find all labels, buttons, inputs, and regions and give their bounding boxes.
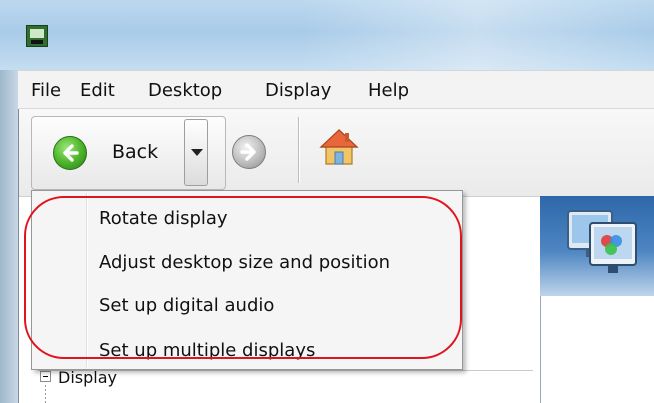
tree-item-display[interactable]: Display xyxy=(58,368,117,387)
window-title-bar xyxy=(0,0,654,70)
display-control-app-icon[interactable] xyxy=(26,25,48,47)
back-button-group: Back xyxy=(31,116,226,190)
menu-help[interactable]: Help xyxy=(368,80,409,101)
annotation-highlight-outline xyxy=(24,196,462,359)
app-icon-base xyxy=(31,40,43,44)
title-bar-glass xyxy=(300,0,654,70)
chevron-down-icon xyxy=(191,149,203,156)
tree-connector-line xyxy=(45,385,46,403)
home-button[interactable] xyxy=(318,127,360,167)
home-icon xyxy=(319,129,359,165)
toolbar: Back xyxy=(19,108,654,197)
menu-file[interactable]: File xyxy=(31,80,61,101)
green-back-arrow-icon xyxy=(53,136,87,170)
forward-button[interactable] xyxy=(232,135,266,169)
menu-display[interactable]: Display xyxy=(265,80,331,101)
menu-bar: File Edit Desktop Display Help xyxy=(18,70,654,109)
toolbar-separator xyxy=(298,117,299,183)
back-history-dropdown-button[interactable] xyxy=(184,119,208,186)
window-left-edge xyxy=(0,70,19,403)
app-icon-screen xyxy=(30,29,44,38)
multiple-monitors-icon[interactable] xyxy=(562,205,642,283)
gray-forward-arrow-icon xyxy=(240,143,256,161)
menu-desktop[interactable]: Desktop xyxy=(148,80,222,101)
menu-edit[interactable]: Edit xyxy=(80,80,115,101)
back-button[interactable]: Back xyxy=(32,117,182,189)
tree-collapse-toggle[interactable] xyxy=(40,371,51,382)
back-button-label: Back xyxy=(112,141,159,163)
minus-icon xyxy=(43,376,48,377)
